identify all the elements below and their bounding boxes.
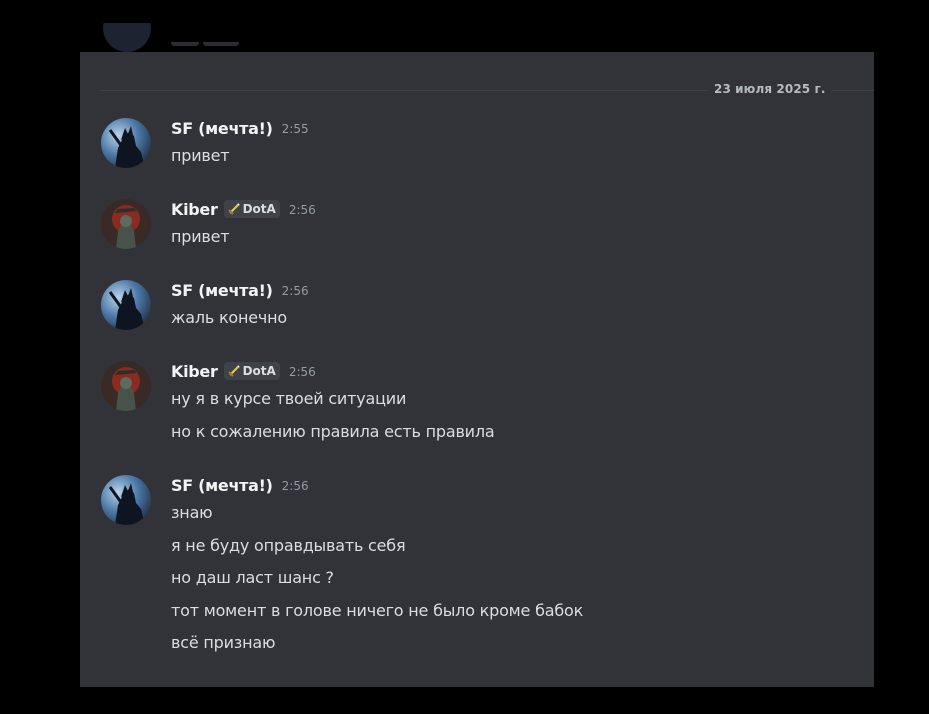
message-header: Kiber DotA 2:56 xyxy=(171,199,316,219)
message-header: SF (мечта!) 2:56 xyxy=(171,475,309,495)
timestamp[interactable]: 2:56 xyxy=(282,284,309,298)
server-tag-badge[interactable]: DotA xyxy=(223,362,280,380)
server-tag-label: DotA xyxy=(242,202,276,216)
timestamp[interactable]: 2:56 xyxy=(282,479,309,493)
username[interactable]: SF (мечта!) xyxy=(171,281,273,300)
avatar-sf[interactable] xyxy=(101,280,151,330)
message-text: привет xyxy=(171,146,230,165)
message-text: знаю xyxy=(171,503,213,522)
message-text: ну я в курсе твоей ситуации xyxy=(171,389,407,408)
timestamp[interactable]: 2:56 xyxy=(289,365,316,379)
username[interactable]: Kiber xyxy=(171,200,218,219)
previous-message-text-fragment xyxy=(171,42,243,52)
server-tag-badge[interactable]: DotA xyxy=(223,200,280,218)
message-text: я не буду оправдывать себя xyxy=(171,536,406,555)
avatar-kiber[interactable] xyxy=(101,199,151,249)
date-divider-label: 23 июля 2025 г. xyxy=(708,82,832,96)
timestamp[interactable]: 2:55 xyxy=(282,122,309,136)
message-text: тот момент в голове ничего не было кроме… xyxy=(171,601,584,620)
sword-icon xyxy=(227,203,240,215)
avatar-sf[interactable] xyxy=(101,475,151,525)
timestamp[interactable]: 2:56 xyxy=(289,203,316,217)
username[interactable]: Kiber xyxy=(171,362,218,381)
chat-messages-panel[interactable]: 23 июля 2025 г. SF (мечта!) 2:55 привет xyxy=(80,52,874,687)
message-text: жаль конечно xyxy=(171,308,288,327)
message-header: SF (мечта!) 2:56 xyxy=(171,280,309,300)
server-tag-label: DotA xyxy=(242,364,276,378)
message-header: SF (мечта!) 2:55 xyxy=(171,118,309,138)
message-text: но даш ласт шанс ? xyxy=(171,568,334,587)
username[interactable]: SF (мечта!) xyxy=(171,476,273,495)
message-text: всё признаю xyxy=(171,633,276,652)
message-text: привет xyxy=(171,227,230,246)
avatar-sf[interactable] xyxy=(101,118,151,168)
message-header: Kiber DotA 2:56 xyxy=(171,361,316,381)
username[interactable]: SF (мечта!) xyxy=(171,119,273,138)
message-text: но к сожалению правила есть правила xyxy=(171,422,495,441)
sword-icon xyxy=(227,365,240,377)
avatar-kiber[interactable] xyxy=(101,361,151,411)
previous-message-avatar xyxy=(103,23,151,52)
